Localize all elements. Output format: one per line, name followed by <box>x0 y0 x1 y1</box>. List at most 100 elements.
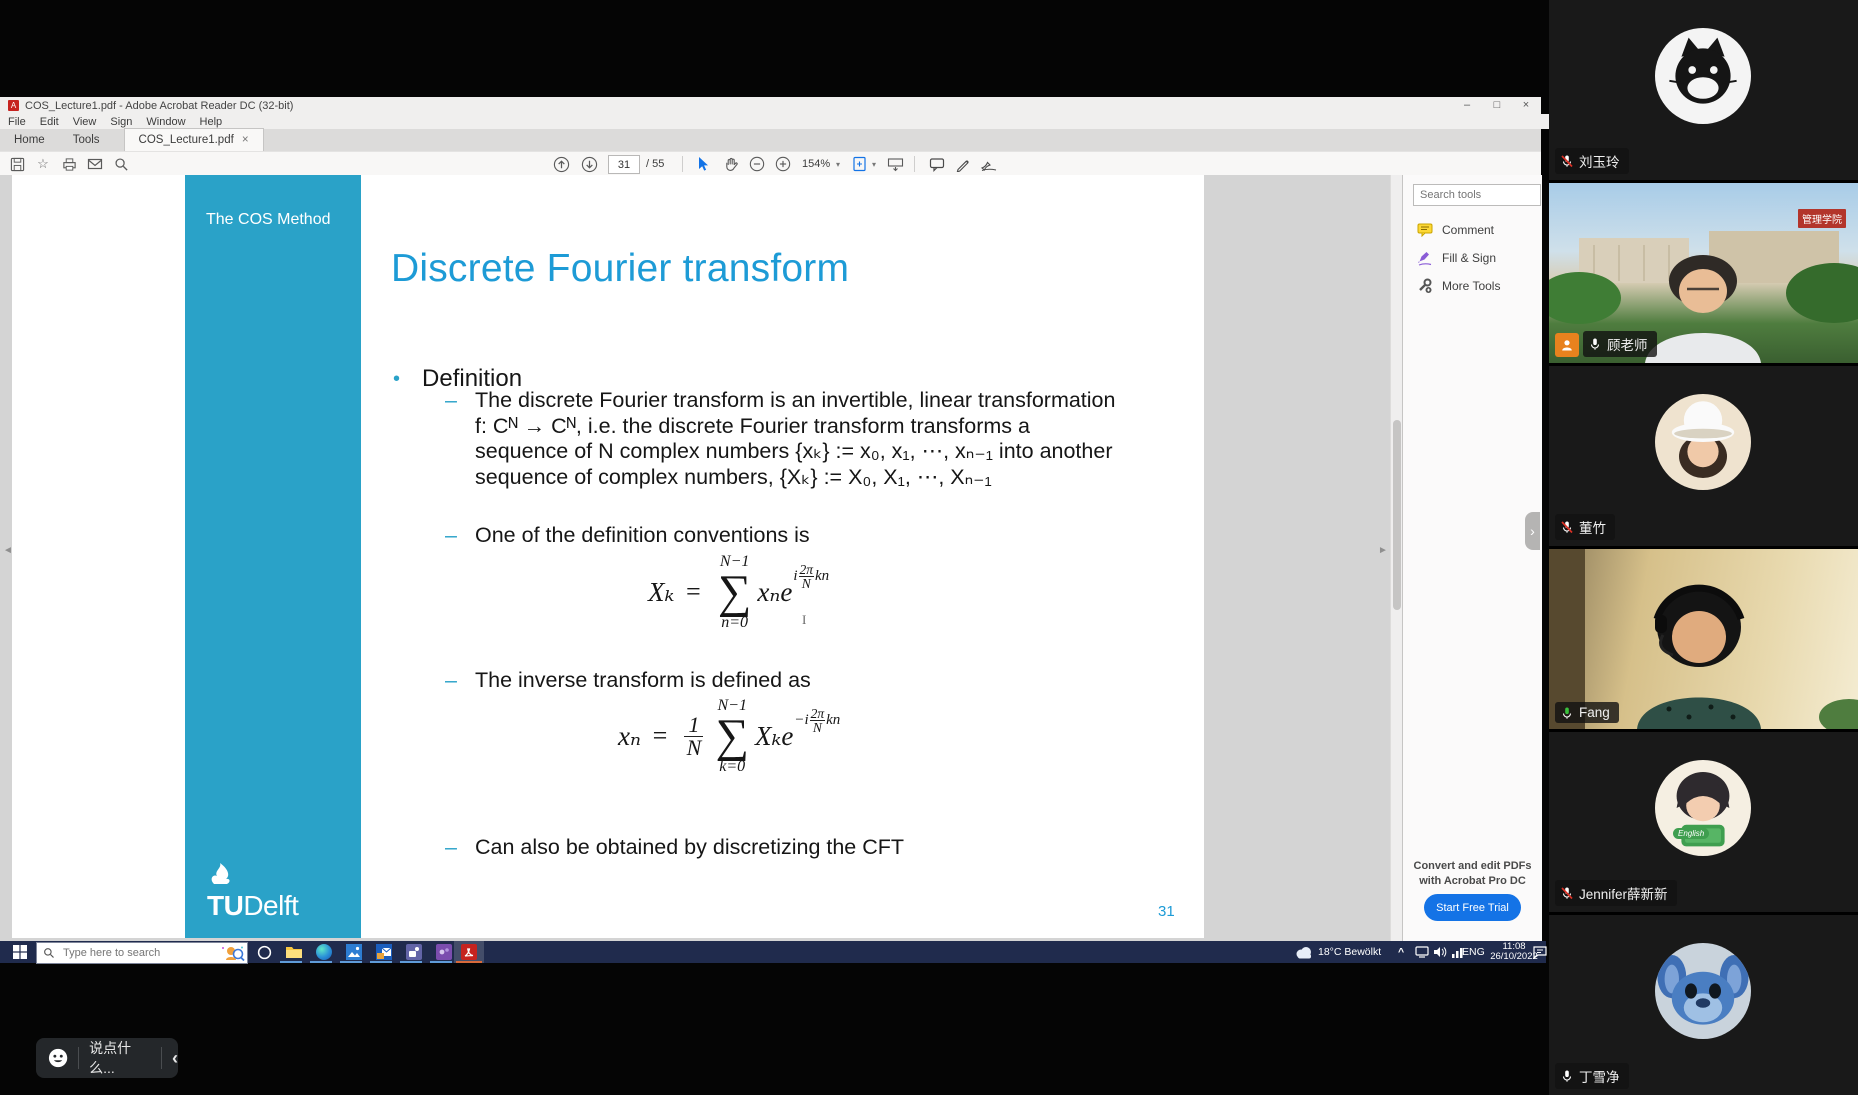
mic-muted-icon <box>1560 154 1574 168</box>
logo-tu: TU <box>207 890 243 921</box>
exp-i: i <box>793 568 797 585</box>
tudelft-logo: TUDelft <box>207 863 298 922</box>
participant-tile[interactable]: 董竹 <box>1549 366 1858 546</box>
participant-tile[interactable]: 丁雪净 <box>1549 915 1858 1095</box>
zoom-level-label[interactable]: 154% <box>802 158 830 170</box>
pdf-page: The COS Method TUDelft Discrete Fourier … <box>12 175 1204 938</box>
formula-lhs: xₙ <box>618 721 641 752</box>
search-highlight-icon <box>219 945 245 961</box>
menu-edit[interactable]: Edit <box>40 116 59 128</box>
tab-home[interactable]: Home <box>0 129 59 151</box>
start-button[interactable] <box>8 943 32 961</box>
active-app-indicator <box>456 961 482 963</box>
participant-tile[interactable]: 刘玉玲 <box>1549 0 1858 180</box>
minimize-button[interactable]: – <box>1452 97 1482 114</box>
email-icon[interactable] <box>86 155 104 173</box>
zoom-out-icon[interactable] <box>748 155 766 173</box>
page-number-input[interactable] <box>608 155 640 174</box>
star-icon[interactable]: ☆ <box>34 155 52 173</box>
chat-quick-bar[interactable]: 说点什么... ‹ <box>36 1038 178 1078</box>
hand-tool-icon[interactable] <box>722 155 740 173</box>
taskbar-search-input[interactable] <box>61 946 205 960</box>
edge-browser-icon[interactable] <box>312 943 336 961</box>
outlook-icon[interactable] <box>372 943 396 961</box>
exponent: −i 2πN kn <box>794 707 840 734</box>
tab-close-icon[interactable]: × <box>242 129 249 151</box>
paragraph-cft: – Can also be obtained by discretizing t… <box>445 835 904 860</box>
chat-placeholder[interactable]: 说点什么... <box>89 1038 151 1078</box>
tab-document[interactable]: COS_Lecture1.pdf × <box>124 128 264 151</box>
mic-on-icon <box>1588 337 1602 351</box>
search-icon <box>43 947 55 959</box>
fit-caret-icon[interactable]: ▾ <box>872 160 876 169</box>
previous-page-button[interactable] <box>552 155 570 173</box>
weather-cloud-icon <box>1294 946 1314 959</box>
running-app-indicator <box>430 961 452 963</box>
menu-view[interactable]: View <box>73 116 97 128</box>
point-text: Can also be obtained by discretizing the… <box>475 835 904 860</box>
participant-name: 董竹 <box>1579 517 1606 537</box>
acrobat-taskbar-icon[interactable] <box>457 943 481 961</box>
sum-lower-limit: k=0 <box>719 758 745 775</box>
tray-expand-icon[interactable]: ^ <box>1398 946 1404 958</box>
scroll-mode-icon[interactable] <box>886 155 904 173</box>
taskbar-search-box[interactable] <box>36 942 248 964</box>
running-app-indicator <box>400 961 422 963</box>
purple-app-icon[interactable] <box>432 943 456 961</box>
inverse-dft-formula: xₙ = 1 N N−1 ∑ k=0 Xₖe −i 2πN <box>618 697 840 775</box>
participant-tile[interactable]: English Jennifer薛新新 <box>1549 732 1858 912</box>
menu-sign[interactable]: Sign <box>110 116 132 128</box>
avatar <box>1655 943 1751 1039</box>
restore-button[interactable]: □ <box>1482 97 1512 114</box>
title-bar[interactable]: A COS_Lecture1.pdf - Adobe Acrobat Reade… <box>0 97 1541 114</box>
para-line: sequence of complex numbers, {Xₖ} := X₀,… <box>475 465 1115 491</box>
fit-page-icon[interactable] <box>850 155 868 173</box>
slide-sidebar-title: The COS Method <box>206 211 331 229</box>
acrobat-taskbar-active[interactable] <box>454 941 484 963</box>
close-button[interactable]: × <box>1511 97 1541 114</box>
coef-numerator: 1 <box>684 714 703 737</box>
emoji-icon[interactable] <box>48 1047 68 1069</box>
teams-icon[interactable] <box>402 943 426 961</box>
file-explorer-icon[interactable] <box>282 943 306 961</box>
panel-collapse-handle[interactable]: › <box>1525 512 1540 550</box>
search-tools-input[interactable] <box>1413 184 1541 206</box>
menu-help[interactable]: Help <box>200 116 223 128</box>
save-icon[interactable] <box>8 155 26 173</box>
toolbar-divider <box>682 156 683 172</box>
select-tool-icon[interactable] <box>694 155 712 173</box>
participant-tile[interactable]: 管理学院 顾老师 <box>1549 183 1858 363</box>
print-icon[interactable] <box>60 155 78 173</box>
zoom-in-icon[interactable] <box>774 155 792 173</box>
prev-page-arrow[interactable]: ◄ <box>3 545 13 556</box>
language-indicator[interactable]: ENG <box>1462 946 1485 958</box>
photos-app-icon[interactable] <box>342 943 366 961</box>
paragraph-definition: – The discrete Fourier transform is an i… <box>445 388 1115 490</box>
menu-window[interactable]: Window <box>146 116 185 128</box>
name-badge: 丁雪净 <box>1555 1063 1629 1089</box>
coef-denominator: N <box>687 737 702 759</box>
panel-item-more-tools[interactable]: More Tools <box>1417 278 1500 294</box>
panel-item-label: More Tools <box>1442 279 1500 293</box>
summation: N−1 ∑ n=0 <box>718 553 752 631</box>
panel-item-fill-sign[interactable]: Fill & Sign <box>1417 250 1496 266</box>
chat-collapse-icon[interactable]: ‹ <box>172 1048 178 1069</box>
cortana-icon[interactable] <box>252 943 276 961</box>
comment-tool-icon[interactable] <box>928 155 946 173</box>
sign-tool-icon[interactable] <box>980 155 998 173</box>
start-free-trial-button[interactable]: Start Free Trial <box>1424 894 1521 921</box>
tab-tools[interactable]: Tools <box>59 129 114 151</box>
menu-file[interactable]: File <box>8 116 26 128</box>
weather-label[interactable]: 18°C Bewölkt <box>1318 946 1381 958</box>
scrollbar-thumb[interactable] <box>1393 420 1401 610</box>
search-icon[interactable] <box>112 155 130 173</box>
next-page-arrow[interactable]: ► <box>1378 545 1388 556</box>
para-line: sequence of N complex numbers {xₖ} := x₀… <box>475 439 1115 465</box>
zoom-caret-icon[interactable]: ▾ <box>836 160 840 169</box>
panel-item-comment[interactable]: Comment <box>1417 222 1494 237</box>
exp-numerator: 2π <box>799 563 815 577</box>
participant-tile[interactable]: Fang <box>1549 549 1858 729</box>
bullet-icon: • <box>393 369 400 389</box>
pencil-tool-icon[interactable] <box>954 155 972 173</box>
next-page-button[interactable] <box>580 155 598 173</box>
